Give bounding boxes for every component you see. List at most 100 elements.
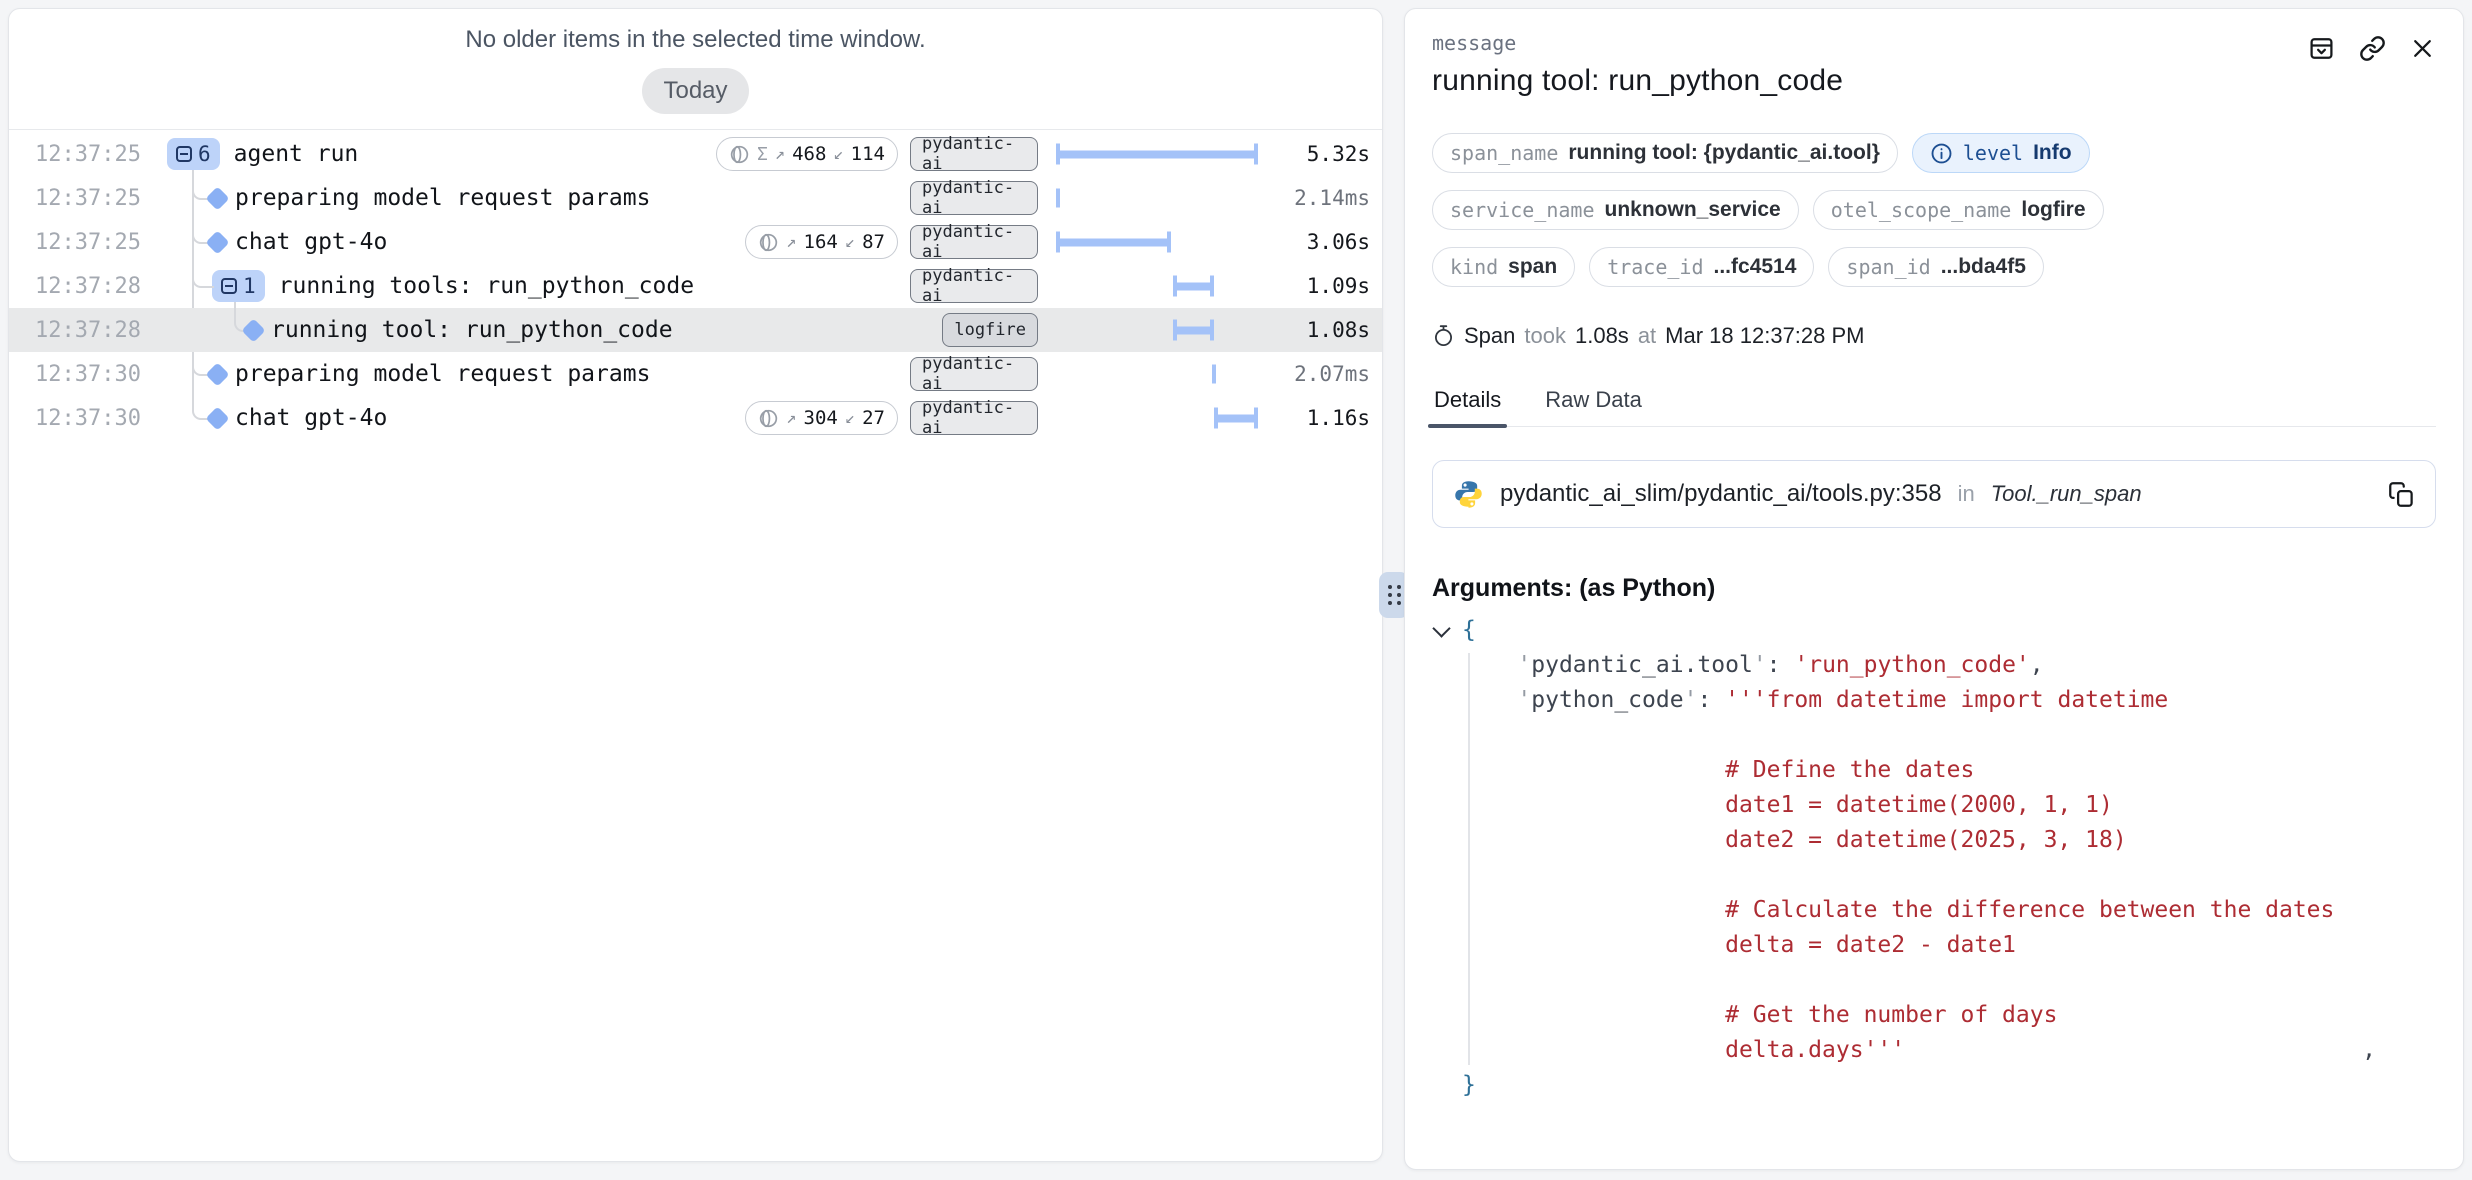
archive-box-icon[interactable] (2308, 35, 2335, 62)
today-button[interactable]: Today (642, 68, 748, 114)
copy-button[interactable] (2388, 481, 2415, 508)
response-tokens-arrow-icon: ↙ (845, 232, 855, 252)
empty-window-notice: No older items in the selected time wind… (9, 25, 1382, 55)
request-tokens: 164 (804, 231, 838, 253)
attribute-pill-trace_id[interactable]: trace_id ...fc4514 (1589, 247, 1814, 287)
info-icon (1930, 142, 1953, 165)
attribute-value: ...fc4514 (1714, 255, 1797, 279)
trace-row[interactable]: 12:37:25chat gpt-4o↗164↙87pydantic-ai3.0… (9, 220, 1382, 264)
timeline-cell (1056, 308, 1258, 352)
attribute-pill-span_id[interactable]: span_id ...bda4f5 (1828, 247, 2044, 287)
stopwatch-icon (1432, 324, 1455, 348)
timeline-cell (1056, 396, 1258, 440)
row-timestamp: 12:37:25 (9, 142, 147, 167)
attribute-label: service_name (1450, 198, 1595, 222)
summary-took-word: took (1524, 323, 1566, 349)
scope-tag[interactable]: pydantic-ai (910, 181, 1038, 215)
scope-tag[interactable]: pydantic-ai (910, 225, 1038, 259)
response-tokens-arrow-icon: ↙ (845, 408, 855, 428)
collapse-toggle[interactable]: 1 (212, 270, 265, 302)
span-summary-line: Span took 1.08s at Mar 18 12:37:28 PM (1432, 323, 2436, 349)
arguments-heading: Arguments: (as Python) (1432, 574, 2436, 603)
collapse-minus-icon (176, 146, 192, 162)
sigma-icon: Σ (757, 144, 768, 165)
duration-bar (1173, 276, 1214, 297)
attribute-value: Info (2033, 141, 2071, 165)
trace-row[interactable]: 12:37:28 running tool: run_python_code log… (9, 308, 1382, 352)
attribute-value: unknown_service (1605, 198, 1781, 222)
code-location-box[interactable]: pydantic_ai_slim/pydantic_ai/tools.py:35… (1432, 460, 2436, 528)
trace-row[interactable]: 12:37:30 preparing model request params py… (9, 352, 1382, 396)
scope-tag[interactable]: pydantic-ai (910, 137, 1038, 171)
request-tokens: 304 (804, 407, 838, 429)
timeline-cell (1056, 352, 1258, 396)
detail-tabs: Details Raw Data (1432, 387, 2436, 427)
attribute-label: level (1963, 141, 2023, 165)
span-duration: 2.07ms (1274, 362, 1370, 386)
attribute-value: logfire (2021, 198, 2085, 222)
attribute-value: ...bda4f5 (1941, 255, 2026, 279)
collapse-chevron-icon[interactable] (1432, 619, 1450, 637)
summary-at-word: at (1638, 323, 1656, 349)
arguments-code: { 'pydantic_ai.tool': 'run_python_code',… (1462, 613, 2436, 1103)
attribute-label: span_name (1450, 141, 1558, 165)
trace-row[interactable]: 12:37:30chat gpt-4o↗304↙27pydantic-ai1.1… (9, 396, 1382, 440)
token-usage-badge: Σ↗468↙114 (716, 137, 898, 171)
row-timestamp: 12:37:25 (9, 186, 147, 211)
python-icon (1453, 479, 1484, 510)
tab-details[interactable]: Details (1432, 387, 1503, 426)
attribute-pill-otel_scope_name[interactable]: otel_scope_name logfire (1813, 190, 2104, 230)
row-timestamp: 12:37:30 (9, 406, 147, 431)
row-timestamp: 12:37:28 (9, 274, 147, 299)
attribute-pill-service_name[interactable]: service_name unknown_service (1432, 190, 1799, 230)
attribute-label: otel_scope_name (1831, 198, 2012, 222)
span-duration: 1.09s (1274, 274, 1370, 298)
scope-tag[interactable]: pydantic-ai (910, 357, 1038, 391)
row-timestamp: 12:37:28 (9, 318, 147, 343)
summary-span-word: Span (1464, 323, 1515, 349)
span-title: running tool: run_python_code (1432, 64, 2436, 98)
trace-row[interactable]: 12:37:281running tools: run_python_codep… (9, 264, 1382, 308)
attribute-label: trace_id (1607, 255, 1703, 279)
collapse-minus-icon (221, 278, 237, 294)
span-duration: 1.16s (1274, 406, 1370, 430)
request-tokens-arrow-icon: ↗ (775, 144, 785, 164)
duration-tick (1212, 365, 1216, 384)
child-count: 1 (243, 274, 256, 298)
trace-row[interactable]: 12:37:256agent runΣ↗468↙114pydantic-ai5.… (9, 132, 1382, 176)
code-location-in-word: in (1958, 481, 1975, 507)
scope-tag[interactable]: logfire (942, 313, 1038, 347)
collapse-toggle[interactable]: 6 (167, 138, 220, 170)
link-icon[interactable] (2359, 35, 2386, 62)
summary-timestamp: Mar 18 12:37:28 PM (1665, 323, 1864, 349)
arguments-code-block: { 'pydantic_ai.tool': 'run_python_code',… (1432, 613, 2436, 1103)
span-duration: 3.06s (1274, 230, 1370, 254)
response-tokens: 114 (851, 143, 885, 165)
span-detail-panel: message running tool: run_python_code sp… (1404, 8, 2464, 1170)
trace-row[interactable]: 12:37:25preparing model request paramspy… (9, 176, 1382, 220)
span-label: preparing model request params (235, 361, 650, 387)
attribute-label: span_id (1846, 255, 1930, 279)
response-tokens: 27 (862, 407, 885, 429)
response-tokens: 87 (862, 231, 885, 253)
span-duration: 1.08s (1274, 318, 1370, 342)
scope-tag[interactable]: pydantic-ai (910, 401, 1038, 435)
scope-tag[interactable]: pydantic-ai (910, 269, 1038, 303)
span-duration: 2.14ms (1274, 186, 1370, 210)
tokens-coin-icon (758, 408, 779, 429)
span-label: chat gpt-4o (235, 405, 387, 431)
code-location-function: Tool._run_span (1991, 481, 2142, 507)
indent-guide-line (1468, 653, 1470, 1065)
tab-raw-data[interactable]: Raw Data (1543, 387, 1644, 426)
level-pill[interactable]: level Info (1912, 133, 2090, 173)
attribute-label: kind (1450, 255, 1498, 279)
row-timestamp: 12:37:30 (9, 362, 147, 387)
span-label: chat gpt-4o (235, 229, 387, 255)
span-label: running tool: run_python_code (271, 317, 673, 343)
attribute-pill-span_name[interactable]: span_namerunning tool: {pydantic_ai.tool… (1432, 133, 1898, 173)
timeline-cell (1056, 132, 1258, 176)
close-icon[interactable] (2410, 36, 2435, 61)
attribute-pill-kind[interactable]: kindspan (1432, 247, 1575, 287)
request-tokens-arrow-icon: ↗ (786, 232, 796, 252)
trace-row-list: 12:37:256agent runΣ↗468↙114pydantic-ai5.… (9, 132, 1382, 440)
